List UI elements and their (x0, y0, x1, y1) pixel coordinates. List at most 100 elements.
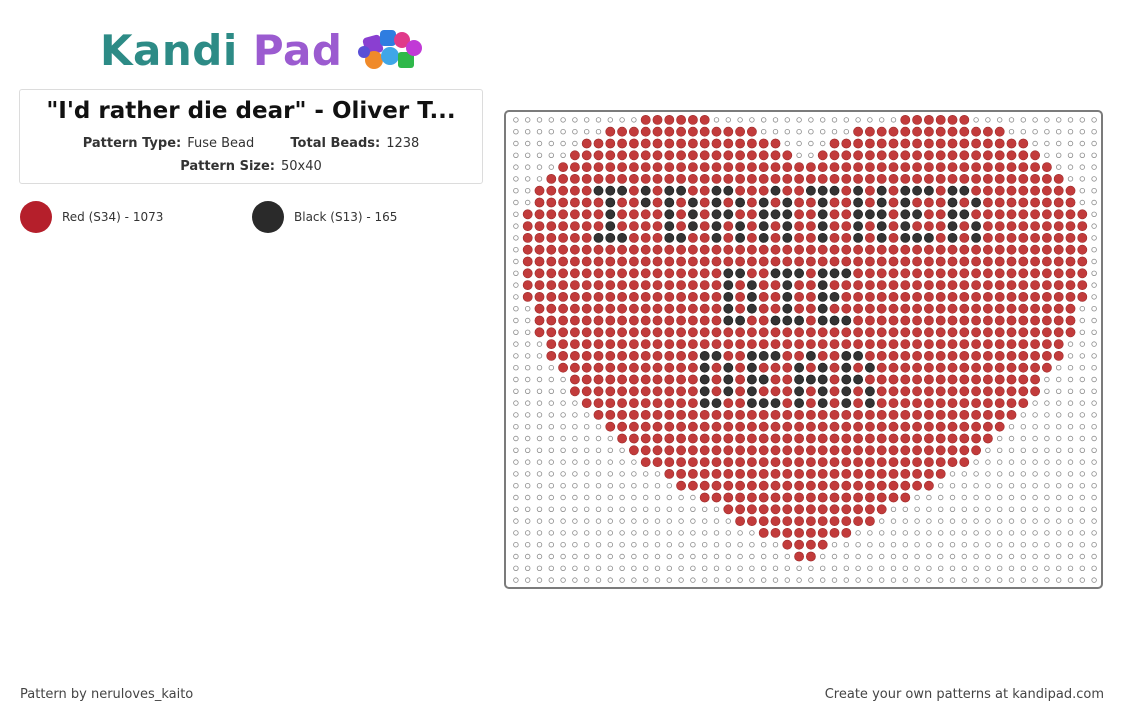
red-bead (735, 362, 745, 373)
black-bead (699, 386, 710, 397)
red-bead (735, 209, 745, 220)
red-bead (676, 433, 686, 444)
red-bead (570, 256, 580, 267)
empty-peg (583, 447, 590, 453)
red-bead (629, 386, 639, 397)
red-bead (912, 256, 922, 267)
red-bead (629, 268, 639, 279)
red-bead (581, 162, 592, 172)
empty-peg (548, 164, 554, 170)
red-bead (640, 362, 651, 373)
red-bead (794, 209, 804, 220)
empty-peg (808, 129, 814, 135)
red-bead (912, 339, 922, 349)
empty-peg (631, 530, 637, 536)
empty-peg (654, 483, 661, 489)
red-bead (699, 339, 710, 349)
empty-peg (985, 542, 991, 548)
empty-peg (572, 494, 578, 501)
red-bead (982, 433, 993, 444)
empty-peg (1067, 376, 1074, 383)
red-bead (947, 291, 958, 302)
empty-peg (619, 530, 625, 536)
empty-peg (1044, 424, 1050, 430)
red-bead (935, 291, 946, 302)
red-bead (629, 339, 639, 349)
red-bead (829, 492, 840, 503)
red-bead (1018, 256, 1029, 267)
black-bead (829, 315, 840, 326)
red-bead (1053, 233, 1064, 243)
red-bead (664, 350, 675, 361)
red-bead (853, 244, 863, 255)
red-bead (923, 339, 934, 349)
red-bead (758, 174, 769, 184)
black-bead (640, 185, 651, 196)
empty-peg (1067, 353, 1074, 359)
red-bead (805, 209, 816, 220)
red-bead (711, 280, 722, 290)
empty-peg (690, 577, 696, 583)
black-bead (971, 197, 981, 208)
red-bead (664, 457, 675, 467)
empty-peg (1032, 577, 1038, 583)
red-bead (746, 244, 757, 255)
empty-peg (572, 459, 578, 465)
empty-peg (997, 530, 1003, 536)
empty-peg (949, 483, 956, 489)
red-bead (864, 339, 875, 349)
red-bead (864, 468, 875, 479)
red-bead (758, 327, 769, 338)
red-bead (805, 256, 816, 267)
red-bead (1030, 291, 1040, 302)
red-bead (605, 386, 616, 397)
empty-peg (583, 553, 590, 560)
empty-peg (985, 117, 991, 123)
empty-peg (595, 506, 602, 512)
empty-peg (1044, 412, 1050, 418)
empty-peg (1056, 471, 1062, 477)
empty-peg (843, 577, 849, 583)
red-bead (711, 457, 722, 467)
red-bead (888, 480, 899, 491)
empty-peg (666, 577, 672, 583)
red-bead (534, 185, 545, 196)
red-bead (652, 386, 663, 397)
red-bead (770, 468, 781, 479)
empty-peg (560, 459, 566, 465)
empty-peg (938, 553, 944, 560)
empty-peg (796, 117, 802, 123)
red-bead (735, 480, 745, 491)
red-bead (746, 480, 757, 491)
red-bead (959, 409, 970, 420)
empty-peg (560, 424, 566, 430)
red-bead (1030, 350, 1040, 361)
red-bead (876, 315, 887, 326)
red-bead (853, 256, 863, 267)
red-bead (1042, 244, 1052, 255)
create-patterns-link[interactable]: Create your own patterns at kandipad.com (825, 687, 1104, 702)
empty-peg (855, 542, 861, 548)
red-bead (782, 409, 793, 420)
red-bead (735, 291, 745, 302)
empty-peg (985, 577, 991, 583)
empty-peg (1032, 565, 1038, 571)
black-bead (947, 221, 958, 231)
red-bead (947, 362, 958, 373)
red-bead (711, 386, 722, 397)
red-bead (605, 244, 616, 255)
red-bead (652, 162, 663, 172)
red-bead (640, 162, 651, 172)
red-bead (770, 327, 781, 338)
empty-peg (1020, 542, 1026, 548)
red-bead (617, 244, 627, 255)
empty-peg (536, 459, 543, 465)
red-bead (687, 362, 698, 373)
red-bead (982, 138, 993, 149)
red-bead (947, 280, 958, 290)
kandipad-logo[interactable]: Kandi Pad (100, 22, 428, 78)
black-bead (723, 209, 734, 220)
empty-peg (1067, 152, 1074, 158)
empty-peg (949, 565, 956, 571)
empty-peg (1020, 117, 1026, 123)
